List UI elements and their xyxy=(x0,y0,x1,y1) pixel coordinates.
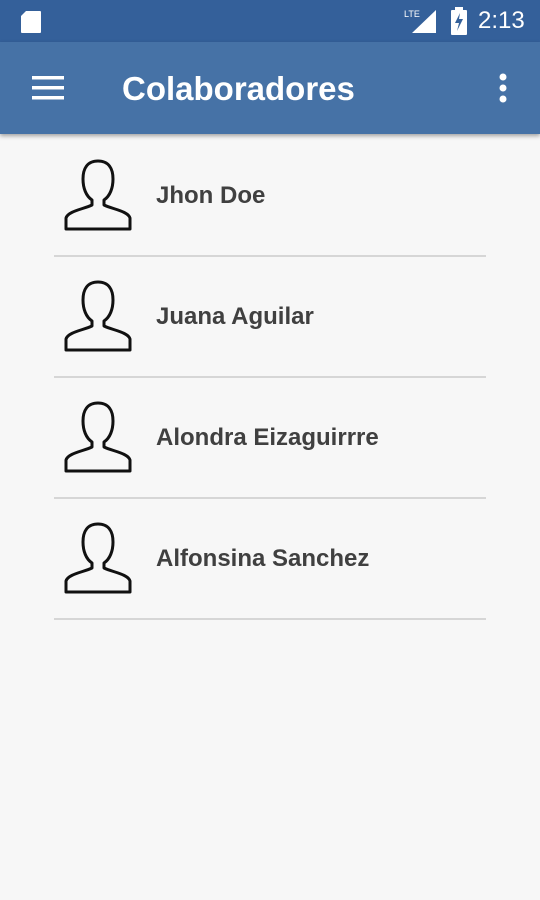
person-outline-icon xyxy=(64,401,132,473)
contact-name: Juana Aguilar xyxy=(156,303,314,330)
hamburger-menu-icon xyxy=(32,76,64,100)
contact-name: Alfonsina Sanchez xyxy=(156,545,370,572)
menu-button[interactable] xyxy=(22,66,72,112)
network-label: LTE xyxy=(404,9,420,19)
status-bar: LTE 2:13 xyxy=(0,0,540,42)
person-outline-icon xyxy=(64,159,132,231)
page-title: Colaboradores xyxy=(122,70,355,107)
lte-signal-icon: LTE xyxy=(404,9,436,33)
overflow-menu-button[interactable] xyxy=(486,68,520,110)
battery-charging-icon xyxy=(451,7,467,35)
person-outline-icon xyxy=(64,280,132,352)
list-item[interactable]: Juana Aguilar xyxy=(54,257,486,378)
contact-list: Jhon Doe Juana Aguilar Alondra Eizaguirr… xyxy=(54,136,486,620)
app-bar: Colaboradores xyxy=(0,42,540,134)
list-item[interactable]: Alondra Eizaguirrre xyxy=(54,378,486,499)
person-outline-icon xyxy=(64,522,132,594)
contact-name: Jhon Doe xyxy=(156,182,266,209)
list-item[interactable]: Alfonsina Sanchez xyxy=(54,499,486,620)
sd-card-icon xyxy=(21,11,41,33)
clock: 2:13 xyxy=(478,7,525,34)
more-vertical-icon xyxy=(499,73,507,103)
list-item[interactable]: Jhon Doe xyxy=(54,136,486,257)
contact-name: Alondra Eizaguirrre xyxy=(156,424,379,451)
